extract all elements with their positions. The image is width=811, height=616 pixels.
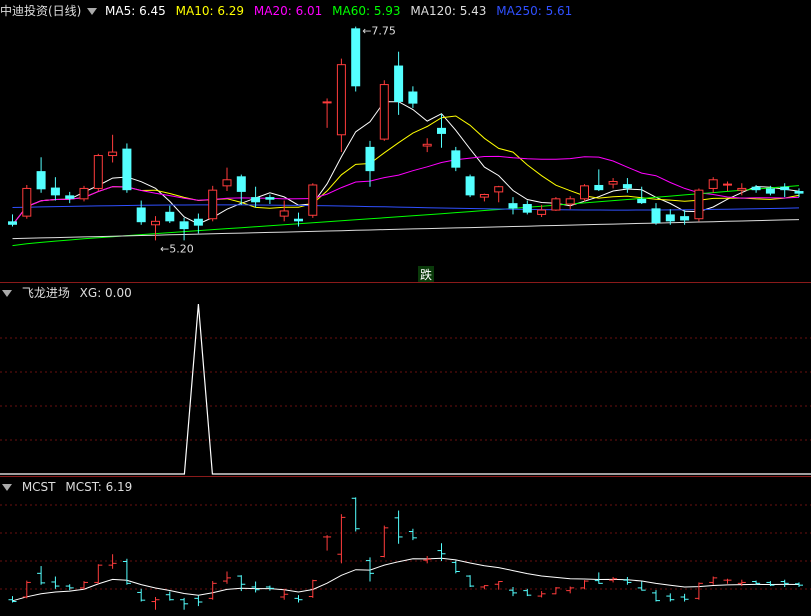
candle-body (408, 91, 418, 104)
candle-body (565, 198, 575, 205)
candle-body (122, 148, 132, 191)
candle-body (236, 176, 246, 192)
kline-chart: ←7.75 ←5.20 跌 (0, 25, 811, 610)
candle-body (723, 183, 732, 186)
candle-body (165, 211, 175, 222)
candle-body (294, 218, 303, 222)
candle-body (465, 176, 475, 196)
candle-body (651, 208, 661, 224)
candle-body (780, 186, 790, 191)
candle-body (680, 216, 690, 221)
candle-body (622, 184, 632, 189)
candle-body (193, 218, 203, 226)
candle-body (637, 198, 647, 204)
candle-body (737, 187, 747, 191)
candle-body (708, 179, 718, 189)
candle-body (265, 197, 275, 200)
candle-body (608, 181, 618, 185)
candle-body (322, 101, 332, 104)
signal-label: 跌 (420, 267, 432, 282)
candle-body (108, 151, 118, 157)
ma60-line (12, 185, 800, 247)
xg-line (0, 303, 811, 475)
candle-body (208, 189, 218, 220)
ma120-line (12, 219, 800, 240)
candle-body (594, 184, 604, 191)
mcst-line (12, 557, 800, 602)
candle-body (494, 186, 504, 193)
candle-body (222, 179, 232, 187)
low-price-label: ←5.20 (160, 242, 194, 255)
candle-body (694, 189, 704, 220)
candle-body (580, 185, 589, 200)
candle-body (765, 188, 775, 194)
candle-body (36, 171, 46, 190)
candle-body (136, 207, 146, 223)
candle-body (79, 187, 89, 200)
candle-body (65, 195, 75, 199)
high-price-label: ←7.75 (362, 25, 396, 38)
candle-body (479, 193, 489, 198)
candle-body (537, 209, 547, 215)
candle-body (522, 204, 532, 213)
candle-body (551, 198, 561, 211)
candle-body (437, 127, 446, 134)
candle-body (751, 186, 761, 191)
candle-body (365, 146, 375, 172)
candle-body (179, 221, 189, 230)
candle-body (151, 220, 160, 226)
candle-body (794, 191, 804, 194)
candle-body (379, 84, 389, 140)
candle-body (394, 65, 404, 102)
candle-body (22, 187, 32, 217)
candle-body (336, 64, 346, 136)
candle-body (451, 150, 461, 168)
candle-body (251, 197, 261, 203)
candle-body (50, 187, 60, 196)
ma250-line (12, 204, 800, 211)
candle-body (308, 184, 318, 216)
candle-body (351, 28, 361, 87)
candle-body (93, 155, 103, 189)
candle-body (665, 214, 675, 222)
candle-body (508, 203, 518, 209)
chart-window: { "main_panel": { "stock_name": "中迪投资(日线… (0, 0, 811, 616)
candle-body (422, 143, 432, 147)
candle-body (279, 210, 289, 217)
candle-body (8, 221, 17, 225)
